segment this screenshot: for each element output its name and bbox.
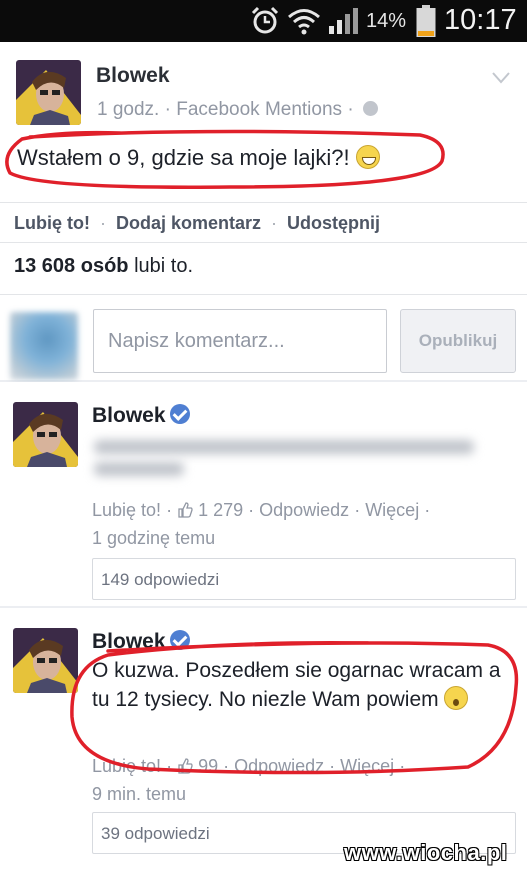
globe-icon (362, 101, 378, 116)
comment-card: Blowek Lubię to! · 1 279 · Odpowiedz · W… (0, 382, 527, 606)
blurred-comment-text (94, 440, 474, 454)
comment-meta: Lubię to! · 99 · Odpowiedz · Więcej · (92, 756, 406, 776)
comment-like-button[interactable]: Lubię to! (92, 756, 161, 776)
comment-card: Blowek O kuzwa. Poszedłem sie ogarnac wr… (0, 608, 527, 879)
likes-summary[interactable]: 13 608 osób lubi to. (14, 255, 193, 278)
divider (0, 242, 527, 243)
post-meta: 1 godz. · Facebook Mentions · (97, 99, 378, 121)
like-button[interactable]: Lubię to! (14, 213, 90, 233)
chevron-down-icon[interactable] (492, 72, 510, 84)
wifi-icon (288, 9, 320, 35)
verified-badge-icon (169, 404, 190, 424)
comment-like-count: 1 279 (198, 500, 244, 520)
comment-text: O kuzwa. Poszedłem sie ogarnac wracam a … (92, 659, 501, 711)
alarm-icon (251, 6, 279, 34)
surprised-emoji-icon (444, 686, 469, 710)
status-bar: 14% 10:17 (0, 0, 527, 42)
comment-time: 1 godzinę temu (92, 528, 216, 548)
comment-more-button[interactable]: Więcej (365, 500, 419, 520)
share-button[interactable]: Udostępnij (287, 213, 380, 233)
avatar[interactable] (16, 60, 81, 125)
divider (0, 294, 527, 295)
comment-reply-button[interactable]: Odpowiedz (234, 756, 324, 776)
comment-input[interactable]: Napisz komentarz... (93, 309, 387, 373)
post-card: Blowek 1 godz. · Facebook Mentions · Wst… (0, 42, 527, 380)
likes-suffix: lubi to. (134, 255, 194, 277)
post-author[interactable]: Blowek (96, 64, 170, 88)
post-text: Wstałem o 9, gdzie sa moje lajki?! (17, 145, 380, 171)
avatar[interactable] (13, 628, 78, 693)
signal-icon (329, 8, 358, 34)
post-time[interactable]: 1 godz. (97, 99, 159, 120)
comment-meta: Lubię to! · 1 279 · Odpowiedz · Więcej · (92, 500, 431, 520)
comment-time: 9 min. temu (92, 784, 187, 804)
replies-button[interactable]: 149 odpowiedzi (92, 558, 516, 600)
publish-button[interactable]: Opublikuj (400, 309, 516, 373)
comment-button[interactable]: Dodaj komentarz (116, 213, 261, 233)
my-avatar (10, 312, 78, 380)
comment-more-button[interactable]: Więcej (340, 756, 394, 776)
post-actions: Lubię to! · Dodaj komentarz · Udostępnij (14, 213, 381, 233)
comment-reply-button[interactable]: Odpowiedz (259, 500, 349, 520)
comment-author[interactable]: Blowek (92, 630, 190, 654)
watermark: www.wiocha.pl (344, 840, 508, 865)
likes-count: 13 608 osób (14, 255, 129, 277)
comment-like-button[interactable]: Lubię to! (92, 500, 161, 520)
thumbs-up-icon (178, 502, 193, 518)
divider (0, 202, 527, 203)
thumbs-up-icon (178, 758, 193, 774)
post-source[interactable]: Facebook Mentions (176, 99, 342, 120)
verified-badge-icon (169, 630, 190, 650)
laughing-emoji-icon (355, 145, 380, 169)
comment-placeholder: Napisz komentarz... (108, 330, 285, 352)
battery-percent: 14% (366, 10, 407, 32)
avatar[interactable] (13, 402, 78, 467)
battery-icon (416, 5, 436, 37)
blurred-comment-text (94, 462, 184, 476)
clock: 10:17 (444, 4, 517, 36)
comment-author[interactable]: Blowek (92, 404, 190, 428)
comment-like-count: 99 (198, 756, 219, 776)
